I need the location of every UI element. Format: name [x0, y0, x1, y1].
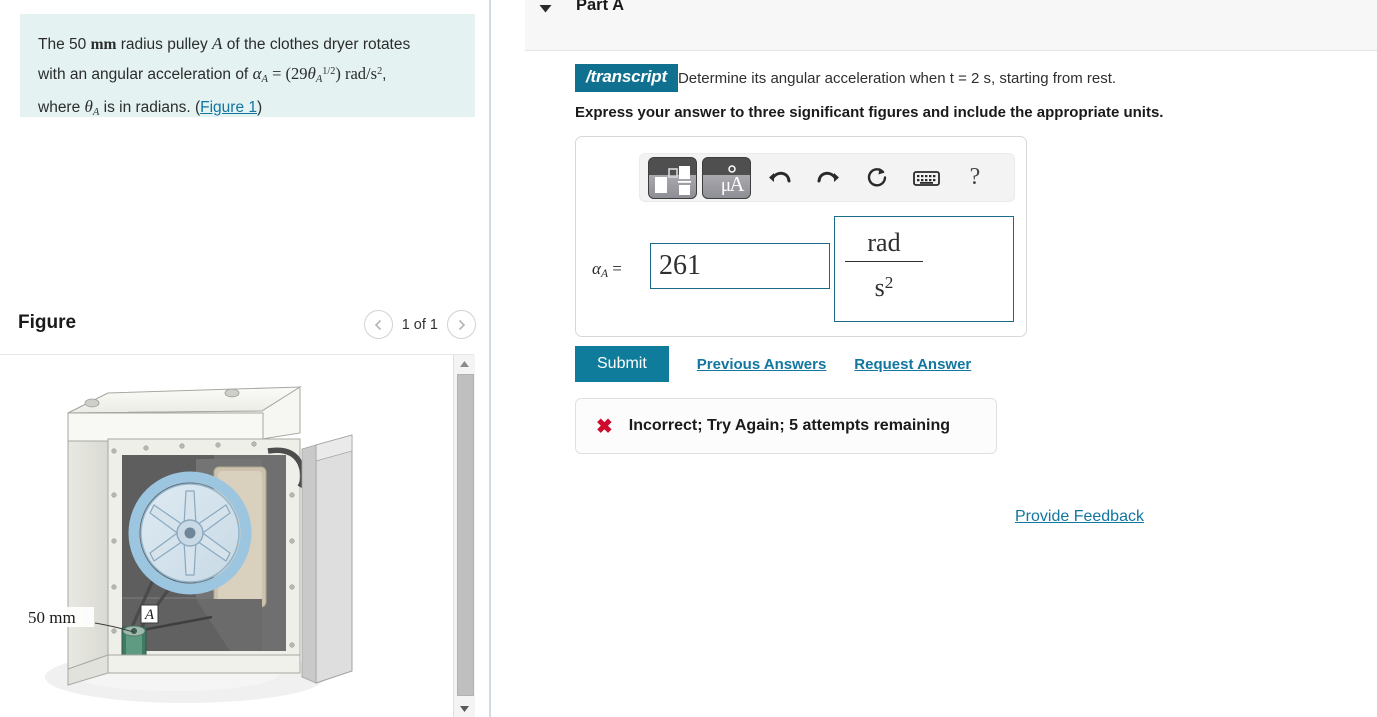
figure-scrollbar[interactable] — [453, 355, 475, 717]
micro-angstrom-icon: μ A — [721, 164, 745, 196]
units-denominator-base: s — [874, 273, 885, 303]
figure-dimension-label: 50 mm — [28, 608, 76, 627]
math-editor-toolbar: μ A ? — [639, 153, 1015, 202]
triangle-up-icon — [460, 360, 469, 367]
problem-page: The 50 mm radius pulley A of the clothes… — [0, 0, 1377, 717]
theta-exponent: 1/2 — [322, 66, 336, 77]
figure-1-link[interactable]: Figure 1 — [200, 99, 257, 116]
figure-header: Figure 1 of 1 — [18, 310, 476, 348]
answer-symbol-label: αA = — [592, 259, 622, 280]
units-fraction: rad s2 — [845, 227, 923, 305]
answer-value-text: 261 — [659, 250, 701, 281]
problem-comma: , — [382, 65, 387, 83]
figure-next-button[interactable] — [447, 310, 476, 339]
problem-line-3: where θA is in radians. (Figure 1) — [38, 93, 457, 126]
units-rad-s: rad/s — [340, 63, 378, 83]
triangle-down-icon — [460, 705, 469, 712]
problem-line-1: The 50 mm radius pulley A of the clothes… — [38, 30, 457, 58]
part-title: Part A — [576, 0, 624, 14]
fraction-bar — [845, 261, 923, 262]
chevron-down-icon — [539, 5, 552, 13]
chevron-right-icon — [458, 319, 466, 330]
problem-text-3b: is in radians. ( — [99, 98, 201, 116]
chevron-left-icon — [374, 319, 381, 330]
undo-button[interactable] — [756, 158, 802, 198]
left-panel: The 50 mm radius pulley A of the clothes… — [0, 0, 489, 717]
figure-page-label: 1 of 1 — [401, 316, 438, 333]
alpha-symbol: α — [252, 63, 262, 83]
scroll-up-button[interactable] — [454, 355, 475, 372]
right-panel: Part A /transcript Determine its angular… — [491, 0, 1377, 717]
answer-input-row: αA = 261 rad s2 — [588, 215, 1018, 325]
keyboard-button[interactable] — [903, 158, 949, 198]
math-template-button[interactable] — [648, 156, 697, 199]
question-row: /transcript Determine its angular accele… — [575, 64, 1116, 92]
figure-pagination: 1 of 1 — [363, 310, 476, 339]
units-button[interactable]: μ A — [702, 156, 751, 199]
answer-alpha-subscript: A — [600, 267, 608, 281]
redo-arrow-icon — [817, 171, 839, 182]
theta-symbol-2: θ — [84, 96, 93, 116]
problem-text-3a: where — [38, 98, 85, 116]
problem-line-2: with an angular acceleration of αA = (29… — [38, 58, 457, 93]
submit-row: Submit Previous Answers Request Answer — [575, 346, 971, 382]
expr-open: (29 — [285, 63, 308, 83]
problem-text-1c: of the clothes dryer rotates — [222, 36, 411, 53]
pulley-symbol-a: A — [212, 34, 223, 53]
problem-text-3c: ) — [257, 98, 263, 116]
feedback-message: Incorrect; Try Again; 5 attempts remaini… — [628, 417, 951, 434]
figure-image: A 50 mm — [0, 355, 452, 717]
request-answer-link[interactable]: Request Answer — [854, 356, 971, 373]
part-collapse-toggle[interactable] — [539, 2, 552, 16]
submit-button[interactable]: Submit — [575, 346, 669, 382]
units-numerator: rad — [867, 228, 901, 257]
units-denominator: s2 — [845, 266, 923, 305]
problem-text-1a: The 50 — [38, 36, 91, 53]
scrollbar-thumb[interactable] — [457, 374, 474, 696]
dryer-illustration: A 50 mm — [24, 386, 353, 703]
problem-text-2a: with an angular acceleration of — [38, 65, 253, 83]
question-text: Determine its angular acceleration when … — [677, 69, 1117, 87]
redo-button[interactable] — [805, 158, 851, 198]
reset-button[interactable] — [854, 158, 900, 198]
previous-answers-link[interactable]: Previous Answers — [697, 356, 827, 373]
refresh-circle-icon — [867, 168, 886, 187]
feedback-message-box: ✖ Incorrect; Try Again; 5 attempts remai… — [575, 398, 997, 454]
figure-label-a: A — [144, 607, 155, 623]
problem-statement-panel: The 50 mm radius pulley A of the clothes… — [20, 14, 475, 118]
problem-text-1b: radius pulley — [116, 36, 213, 53]
answer-units-input[interactable]: rad s2 — [834, 216, 1014, 322]
figure-title: Figure — [18, 312, 77, 333]
figure-prev-button[interactable] — [363, 310, 393, 339]
keyboard-icon — [912, 170, 940, 186]
svg-text:A: A — [729, 172, 745, 196]
x-mark-icon: ✖ — [596, 415, 613, 438]
answer-entry-card: μ A ? αA = 261 rad s2 — [575, 136, 1027, 337]
answer-instruction: Express your answer to three significant… — [575, 104, 1164, 121]
part-header-band — [525, 0, 1377, 51]
answer-value-input[interactable]: 261 — [650, 243, 830, 289]
scroll-down-button[interactable] — [454, 700, 475, 717]
help-button[interactable]: ? — [952, 158, 998, 198]
answer-alpha: α — [592, 259, 601, 278]
units-denominator-exponent: 2 — [884, 273, 894, 292]
figure-viewport: A 50 mm — [0, 354, 475, 717]
formula-template-icon — [655, 165, 691, 195]
transcript-badge[interactable]: /transcript — [575, 64, 678, 92]
unit-mm: mm — [90, 36, 117, 53]
provide-feedback-link[interactable]: Provide Feedback — [1015, 508, 1144, 526]
theta-symbol: θ — [307, 63, 316, 83]
undo-arrow-icon — [768, 171, 790, 182]
equals-sign: = — [267, 63, 286, 83]
answer-equals: = — [612, 259, 622, 278]
